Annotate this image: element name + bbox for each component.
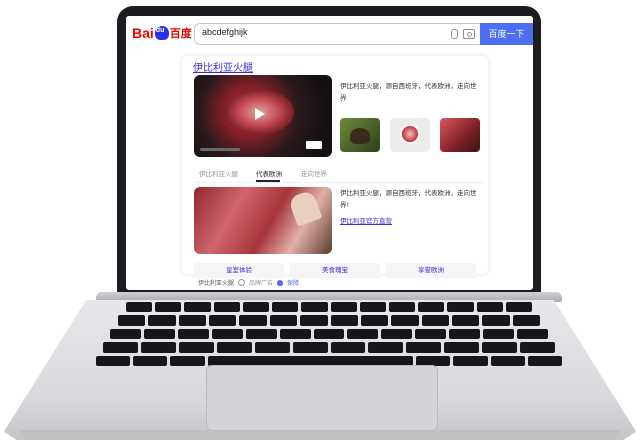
laptop-keyboard bbox=[96, 302, 563, 367]
pig-thumbnail[interactable] bbox=[340, 118, 380, 152]
result-tabs: 伊比利亚火腿 代表欧洲 走向世界 bbox=[194, 166, 484, 183]
famed-europe-button[interactable]: 享誉欧洲 bbox=[386, 263, 476, 278]
baidu-logo[interactable]: Bai 百度 bbox=[132, 25, 192, 41]
result-title-link[interactable]: 伊比利亚火腿 bbox=[193, 59, 253, 74]
result-description-top: 伊比利亚火腿，源自西班牙，代表欧洲，走向世界 bbox=[340, 82, 477, 102]
active-tab-indicator bbox=[256, 180, 280, 182]
verified-shield-icon bbox=[277, 279, 284, 286]
video-caption-bar bbox=[200, 148, 240, 151]
brand-ad-card: 伊比利亚火腿 伊比利亚火腿，源自西班牙，代表欧洲，走向世界 伊比利亚火腿 代表欧… bbox=[182, 56, 488, 278]
search-input[interactable]: abcdefghijk bbox=[194, 23, 480, 45]
royal-experience-button[interactable]: 皇室体验 bbox=[194, 263, 284, 278]
official-store-link[interactable]: 伊比利亚官方直营 bbox=[340, 215, 392, 225]
ad-source[interactable]: 伊比利亚火腿 bbox=[198, 278, 234, 287]
tab-represent-europe[interactable]: 代表欧洲 bbox=[256, 168, 282, 178]
video-thumbnail[interactable] bbox=[194, 75, 332, 157]
camera-icon[interactable] bbox=[463, 29, 475, 39]
laptop-trackpad bbox=[206, 365, 438, 431]
tab-go-global[interactable]: 走向世界 bbox=[301, 168, 327, 178]
laptop-front-edge bbox=[20, 430, 620, 440]
ham-carving-image[interactable] bbox=[194, 187, 332, 254]
video-brand-badge bbox=[306, 141, 322, 149]
ham-slices-thumbnail[interactable] bbox=[440, 118, 480, 152]
verified-label: 保障 bbox=[287, 280, 300, 287]
laptop-screen: Bai 百度 abcdefghijk 百度一下 伊比利亚火腿 伊比利亚火腿，源自… bbox=[126, 16, 533, 290]
info-icon[interactable] bbox=[238, 279, 246, 286]
ad-footer: 伊比利亚火腿 品牌广告 保障 bbox=[198, 278, 299, 287]
play-icon[interactable] bbox=[255, 108, 265, 120]
ad-label: 品牌广告 bbox=[249, 280, 274, 287]
search-header: Bai 百度 abcdefghijk 百度一下 bbox=[126, 16, 533, 50]
result-description-bottom: 伊比利亚火腿，源自西班牙，代表欧洲，走向世界! bbox=[340, 189, 477, 209]
food-treasure-button[interactable]: 美食瑰宝 bbox=[290, 263, 380, 278]
microphone-icon[interactable] bbox=[451, 29, 458, 39]
baidu-paw-icon bbox=[154, 26, 169, 40]
tab-iberian-ham[interactable]: 伊比利亚火腿 bbox=[199, 168, 238, 178]
ham-plate-thumbnail[interactable] bbox=[390, 118, 430, 152]
search-button[interactable]: 百度一下 bbox=[480, 23, 533, 45]
search-query[interactable]: abcdefghijk bbox=[202, 27, 248, 37]
